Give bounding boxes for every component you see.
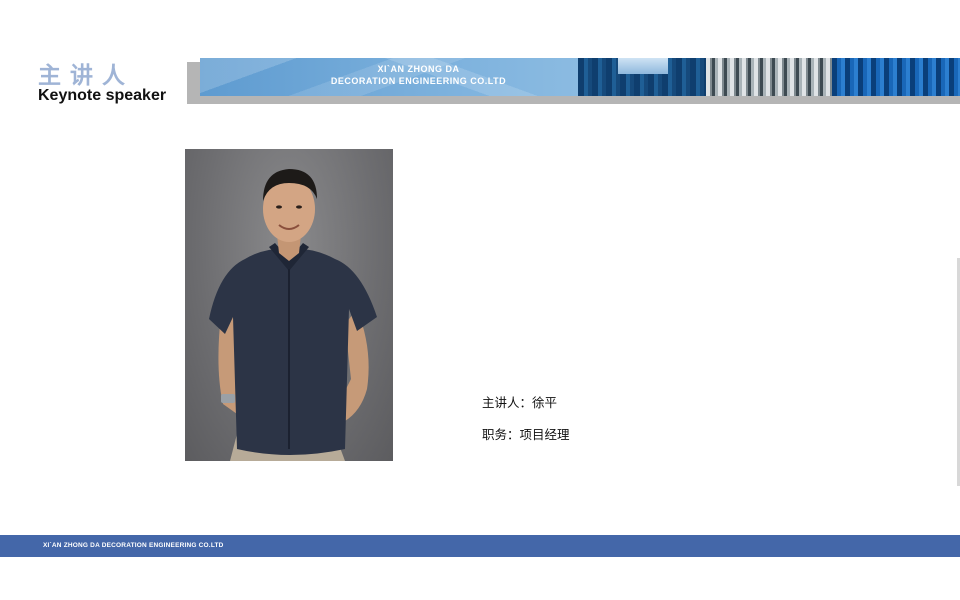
- title-english: Keynote speaker: [38, 87, 167, 104]
- footer-bar: XI`AN ZHONG DA DECORATION ENGINEERING CO…: [0, 535, 960, 557]
- title-chinese: 主讲人: [38, 63, 134, 89]
- building-image-1: [578, 58, 706, 96]
- header-banner: XI`AN ZHONG DA DECORATION ENGINEERING CO…: [200, 58, 960, 96]
- speaker-portrait-illustration: [209, 169, 377, 461]
- building-image-2: [706, 58, 832, 96]
- building-image-3: [832, 58, 960, 96]
- banner-line-2: DECORATION ENGINEERING CO.LTD: [330, 76, 507, 86]
- footer-company-name: XI`AN ZHONG DA DECORATION ENGINEERING CO…: [43, 542, 224, 549]
- presenter-name: 主讲人：徐平: [482, 395, 558, 410]
- speaker-photo: [185, 149, 393, 461]
- presenter-position: 职务：项目经理: [482, 427, 570, 442]
- slide: 主讲人 Keynote speaker XI`AN ZHONG DA DECOR…: [0, 0, 960, 600]
- banner-line-1: XI`AN ZHONG DA: [377, 64, 460, 74]
- banner-company-name: XI`AN ZHONG DA DECORATION ENGINEERING CO…: [200, 63, 637, 87]
